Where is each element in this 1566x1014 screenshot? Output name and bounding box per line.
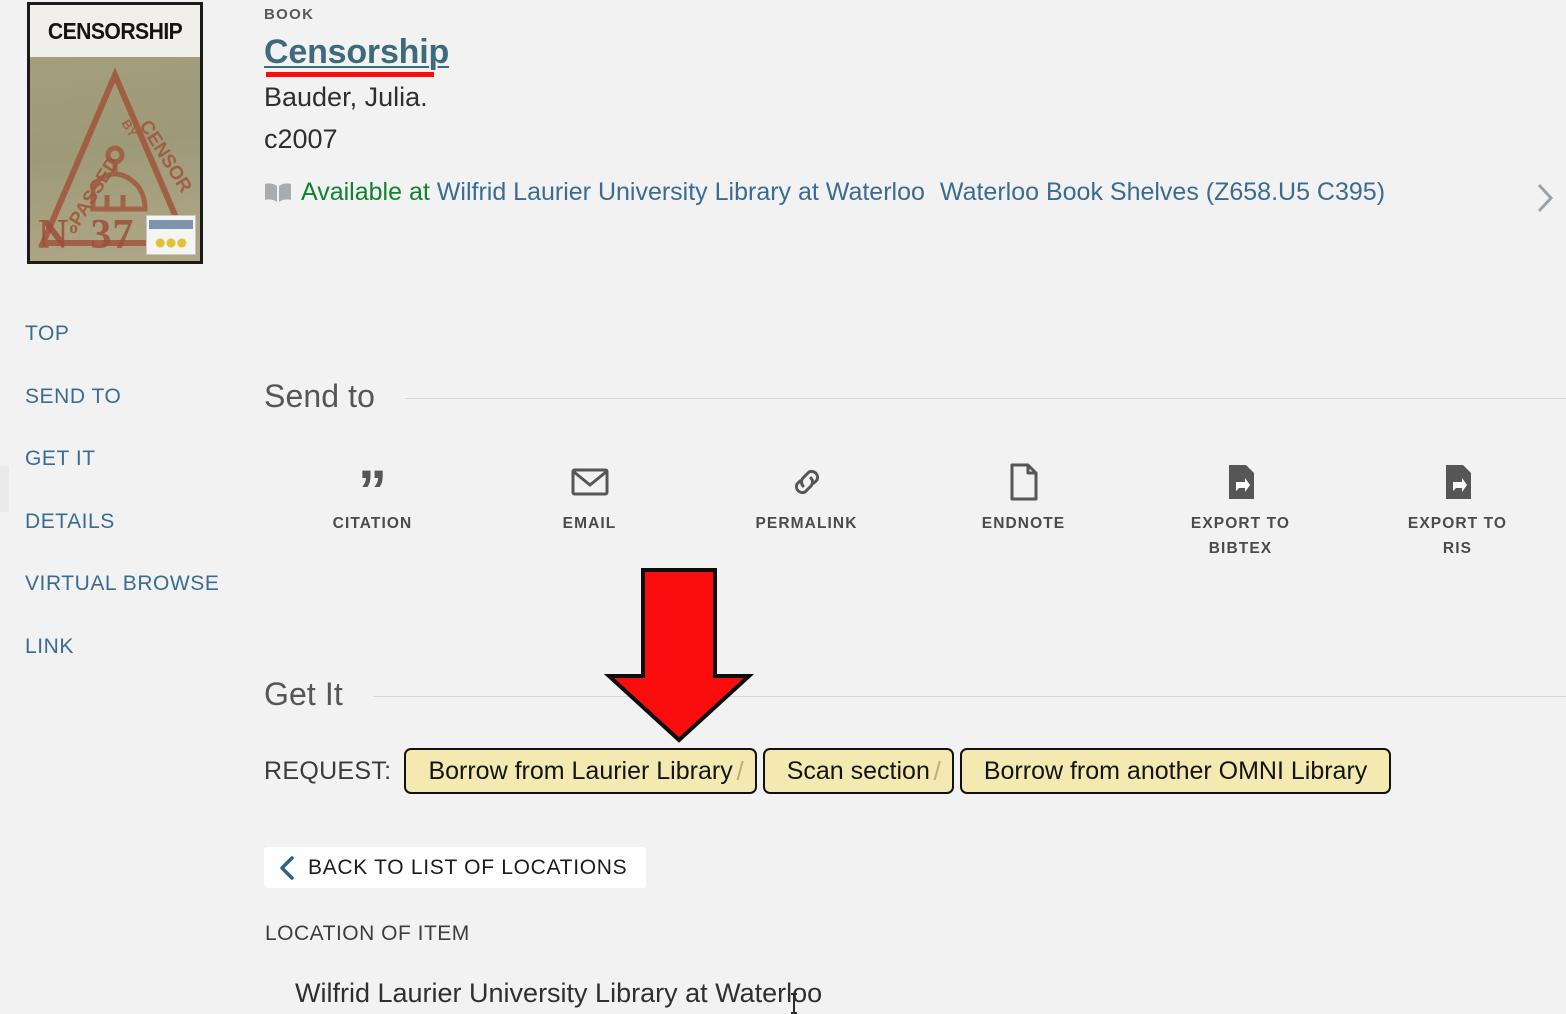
- send-action-label: EXPORT TO RIS: [1407, 515, 1508, 557]
- book-cover-thumbnail[interactable]: PASSED CENSOR BY No 37 CENSORSHIP: [27, 2, 203, 264]
- record-author: Bauder, Julia.: [264, 82, 428, 112]
- chevron-left-icon: [278, 855, 296, 881]
- request-label: REQUEST:: [264, 756, 392, 785]
- send-action-label: EXPORT TO BIBTEX: [1190, 515, 1291, 557]
- availability-library-link[interactable]: Wilfrid Laurier University Library at Wa…: [437, 178, 925, 207]
- record-date: c2007: [264, 124, 338, 154]
- request-option-label: Scan section: [786, 756, 930, 785]
- request-option-label: Borrow from Laurier Library: [428, 756, 733, 785]
- document-export-icon: [1225, 460, 1257, 504]
- send-action-citation[interactable]: ” CITATION: [264, 460, 481, 561]
- sidebar-item-details[interactable]: DETAILS: [25, 510, 255, 534]
- location-of-item-heading: LOCATION OF ITEM: [265, 922, 470, 945]
- section-nav: TOP SEND TO GET IT DETAILS VIRTUAL BROWS…: [25, 322, 255, 697]
- request-row: REQUEST: Borrow from Laurier Library / S…: [264, 748, 1397, 794]
- record-detail-main: BOOK Censorship Bauder, Julia. c2007 Ava…: [264, 0, 1566, 1014]
- availability-shelf-link[interactable]: Waterloo Book Shelves (Z658.U5 C395): [940, 178, 1385, 207]
- document-icon: [1008, 460, 1040, 504]
- cover-title-band: CENSORSHIP: [30, 5, 200, 57]
- quote-icon: ”: [358, 459, 387, 524]
- sidebar-item-send-to[interactable]: SEND TO: [25, 385, 255, 409]
- location-of-item-value: Wilfrid Laurier University Library at Wa…: [295, 978, 823, 1008]
- send-action-label: PERMALINK: [755, 515, 858, 532]
- send-action-export-ris[interactable]: EXPORT TO RIS: [1349, 460, 1566, 561]
- sidebar-item-link[interactable]: LINK: [25, 635, 255, 659]
- sidebar-item-top[interactable]: TOP: [25, 322, 255, 346]
- record-type-label: BOOK: [264, 6, 315, 23]
- send-action-permalink[interactable]: PERMALINK: [698, 460, 915, 561]
- option-separator: /: [933, 755, 941, 786]
- cover-stamp-number: No 37: [38, 212, 135, 258]
- cover-title-text: CENSORSHIP: [47, 17, 183, 44]
- section-divider: [405, 398, 1566, 399]
- send-to-heading-text: Send to: [264, 378, 376, 414]
- sidebar-item-get-it[interactable]: GET IT: [25, 447, 255, 471]
- option-separator: /: [736, 755, 744, 786]
- availability-status: Available at: [301, 178, 430, 206]
- send-action-label: ENDNOTE: [981, 515, 1066, 532]
- link-icon: [788, 460, 826, 504]
- send-action-label: EMAIL: [562, 515, 617, 532]
- send-action-export-bibtex[interactable]: EXPORT TO BIBTEX: [1132, 460, 1349, 561]
- page-title[interactable]: Censorship: [264, 33, 449, 71]
- record-title-wrapper: Censorship: [264, 33, 449, 77]
- request-option-scan-section[interactable]: Scan section /: [762, 748, 954, 794]
- send-to-actions: ” CITATION EMAIL PERMALINK ENDNOTE EXPOR…: [264, 460, 1566, 561]
- request-option-borrow-omni[interactable]: Borrow from another OMNI Library: [959, 748, 1392, 794]
- document-export-icon: [1442, 460, 1474, 504]
- envelope-icon: [571, 460, 609, 504]
- send-action-endnote[interactable]: ENDNOTE: [915, 460, 1132, 561]
- open-book-icon: [264, 182, 292, 204]
- active-section-indicator: [0, 466, 9, 512]
- send-action-email[interactable]: EMAIL: [481, 460, 698, 561]
- get-it-heading-text: Get It: [264, 676, 343, 712]
- sidebar-item-virtual-browse[interactable]: VIRTUAL BROWSE: [25, 572, 255, 596]
- request-option-label: Borrow from another OMNI Library: [983, 756, 1368, 785]
- get-it-section-heading: Get It: [264, 676, 1566, 713]
- chevron-right-icon[interactable]: [1534, 181, 1556, 220]
- cover-inset-stamp: [146, 215, 196, 255]
- back-button-label: BACK TO LIST OF LOCATIONS: [308, 855, 628, 879]
- send-to-section-heading: Send to: [264, 378, 1566, 415]
- title-highlight-annotation: [266, 72, 434, 77]
- availability-row: Available at Wilfrid Laurier University …: [264, 178, 1554, 207]
- back-to-list-of-locations-button[interactable]: BACK TO LIST OF LOCATIONS: [264, 847, 647, 888]
- left-rail: PASSED CENSOR BY No 37 CENSORSHIP TOP SE…: [0, 0, 262, 1014]
- request-option-borrow-laurier[interactable]: Borrow from Laurier Library /: [404, 748, 757, 794]
- section-divider: [372, 696, 1566, 697]
- cover-artwork: PASSED CENSOR BY No 37: [30, 57, 200, 261]
